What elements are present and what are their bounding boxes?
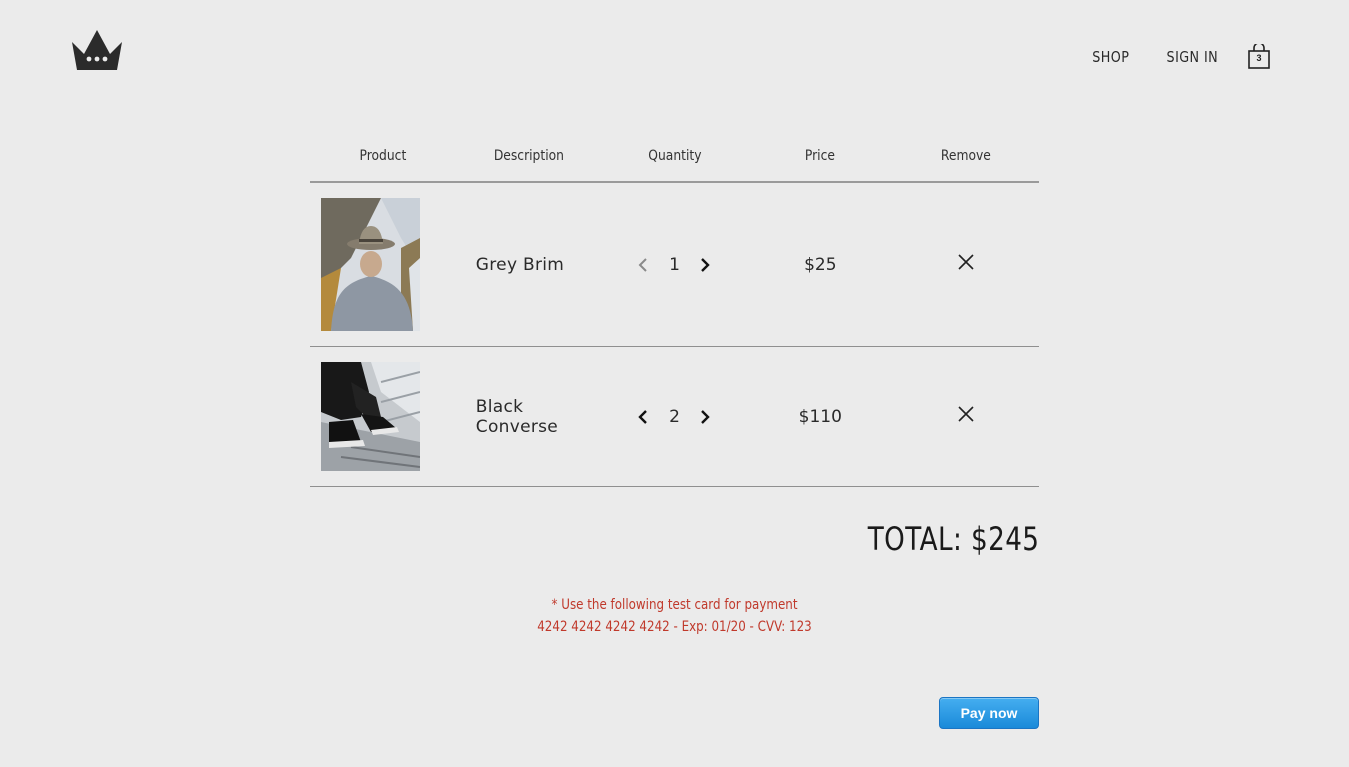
chevron-left-icon[interactable] [636,256,650,274]
pay-now-button[interactable]: Pay now [939,697,1039,729]
table-row: Black Converse 2 $110 [310,347,1039,487]
quantity-value: 2 [669,406,680,427]
table-header: Product Description Quantity Price Remov… [310,130,1039,183]
nav-shop-link[interactable]: SHOP [1092,48,1129,66]
cart-button[interactable]: 3 [1247,44,1271,70]
cart-total: TOTAL: $245 [867,520,1039,558]
test-card-note-line2: 4242 4242 4242 4242 - Exp: 01/20 - CVV: … [537,619,812,635]
product-description: Grey Brim [475,254,565,275]
chevron-right-icon[interactable] [698,408,712,426]
header-product: Product [359,147,407,164]
product-image[interactable] [320,362,420,471]
quantity-stepper: 2 [602,407,748,427]
top-nav: SHOP SIGN IN 3 [1059,44,1271,70]
product-price: $110 [798,406,842,427]
product-description: Black Converse [475,396,559,437]
product-image[interactable] [320,198,420,331]
table-row: Grey Brim 1 $25 [310,183,1039,347]
header-description: Description [493,147,564,164]
header-price: Price [805,147,836,164]
nav-sign-in-link[interactable]: SIGN IN [1167,48,1219,66]
product-price: $25 [804,254,837,275]
chevron-left-icon[interactable] [636,408,650,426]
header-remove: Remove [941,147,992,164]
chevron-right-icon[interactable] [698,256,712,274]
test-card-note: * Use the following test card for paymen… [310,594,1039,638]
close-icon[interactable] [957,405,975,428]
test-card-note-line1: * Use the following test card for paymen… [551,597,798,613]
cart-table: Product Description Quantity Price Remov… [310,130,1039,487]
close-icon[interactable] [957,253,975,276]
crown-icon[interactable] [70,30,124,72]
header-quantity: Quantity [647,147,702,164]
quantity-value: 1 [669,254,680,275]
cart-count-badge: 3 [1256,53,1262,63]
quantity-stepper: 1 [602,255,748,275]
